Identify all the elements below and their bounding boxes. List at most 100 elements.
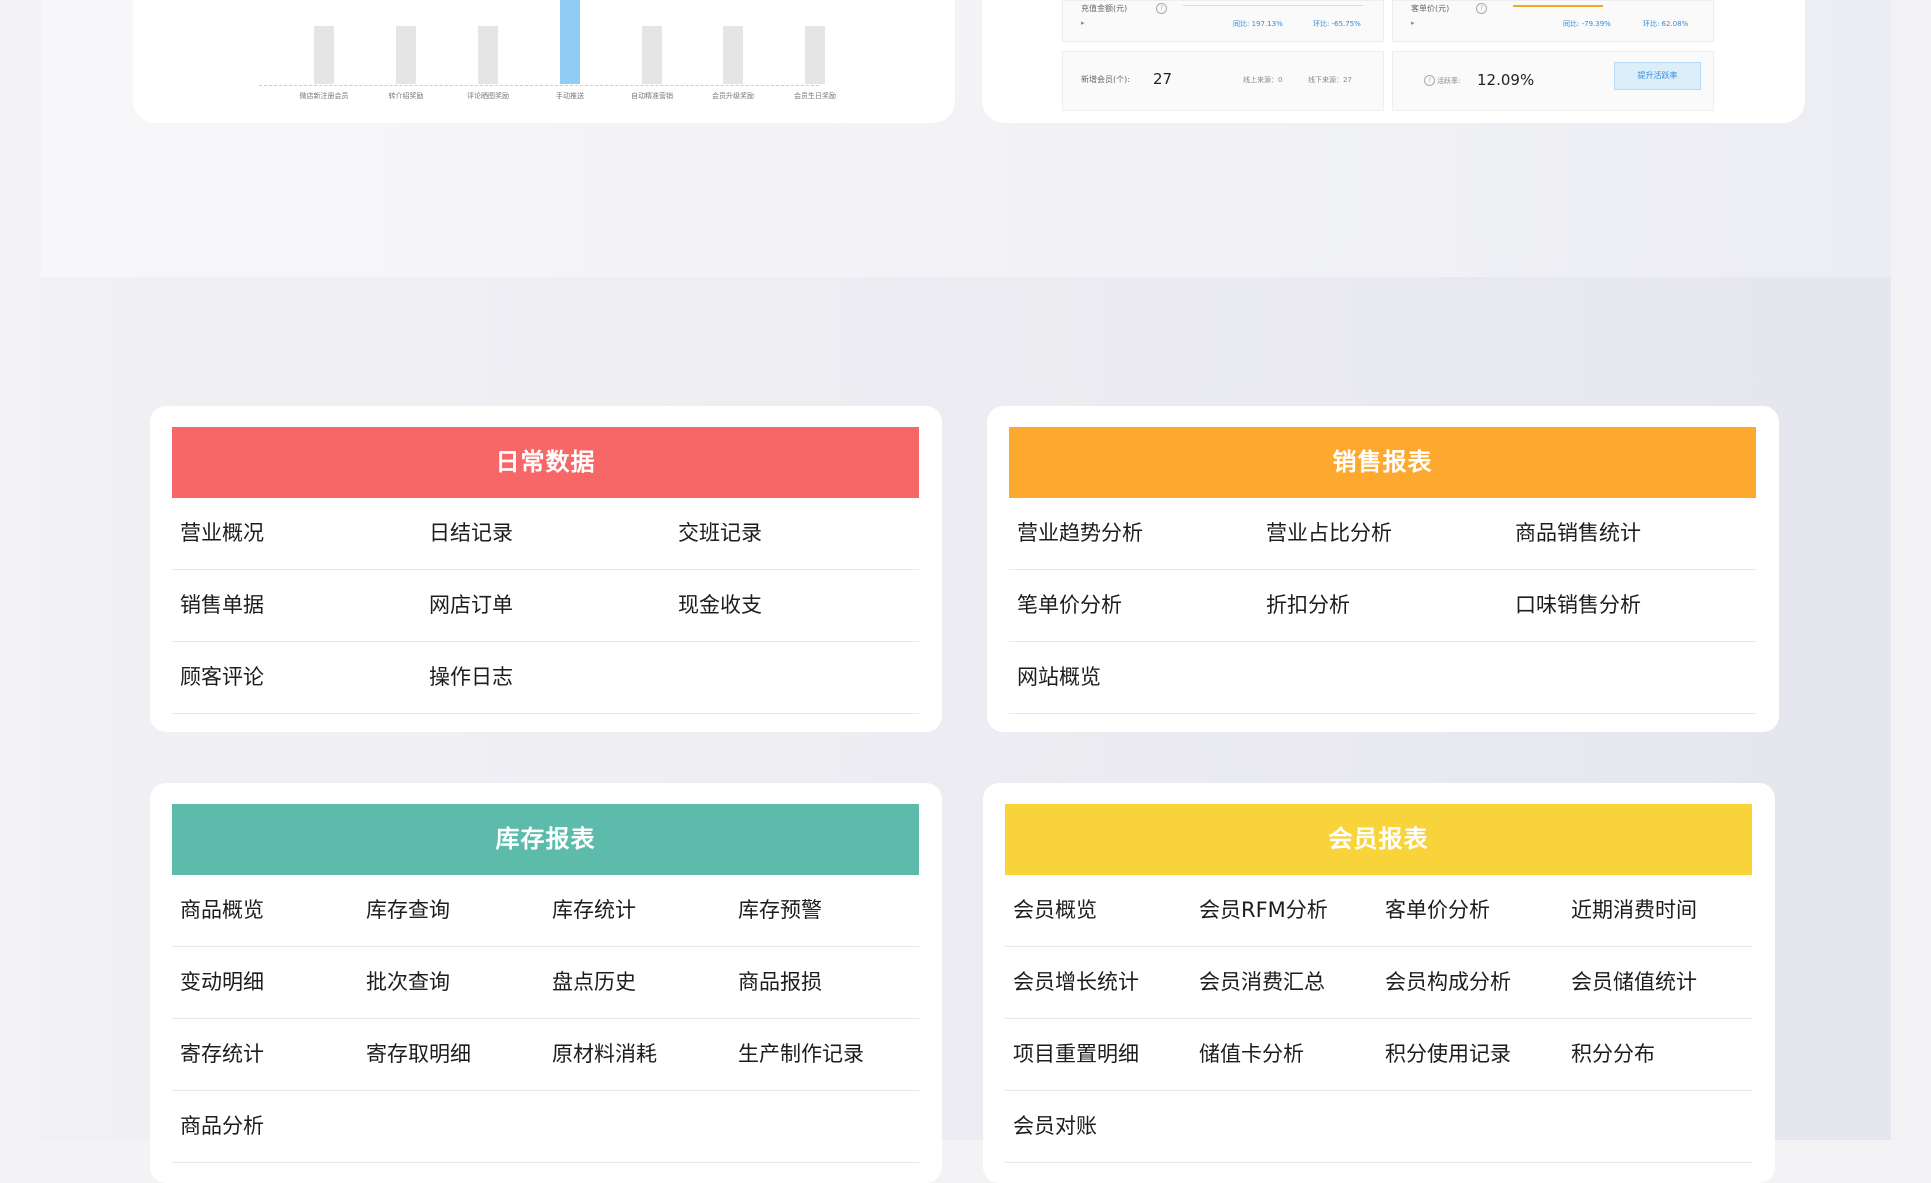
chart-category-label: 转介绍奖励 (388, 92, 424, 100)
report-row: 会员对账 (1005, 1091, 1752, 1163)
active-rate-stat: ? 活跃率: 12.09% 提升活跃率 (1392, 51, 1714, 111)
chart-bar (314, 26, 334, 84)
daily-data-card: 日常数据 营业概况 日结记录 交班记录 销售单据 网店订单 现金收支 顾客评论 操作日志 (150, 406, 942, 732)
report-row: 营业趋势分析 营业占比分析 商品销售统计 (1009, 498, 1756, 570)
report-link[interactable]: 库存预警 (730, 875, 916, 946)
report-link[interactable]: 商品分析 (172, 1091, 358, 1162)
sales-report-card: 销售报表 营业趋势分析 营业占比分析 商品销售统计 笔单价分析 折扣分析 口味销售分析 网站… (987, 406, 1779, 732)
report-link[interactable]: 笔单价分析 (1009, 570, 1258, 641)
report-link[interactable]: 变动明细 (172, 947, 358, 1018)
avg-price-line (1513, 5, 1603, 7)
chart-category-label: 自动精准营销 (631, 92, 673, 100)
report-link[interactable]: 操作日志 (421, 642, 670, 713)
report-link[interactable]: 顾客评论 (172, 642, 421, 713)
report-link[interactable]: 营业占比分析 (1258, 498, 1507, 569)
report-link[interactable]: 生产制作记录 (730, 1019, 916, 1090)
help-icon[interactable]: ? (1156, 3, 1167, 14)
avg-price-mom: 环比: 62.08% (1643, 20, 1689, 28)
report-link[interactable]: 折扣分析 (1258, 570, 1507, 641)
report-row: 笔单价分析 折扣分析 口味销售分析 (1009, 570, 1756, 642)
recharge-line (1183, 5, 1363, 6)
report-link[interactable]: 积分分布 (1563, 1019, 1749, 1090)
report-row: 顾客评论 操作日志 (172, 642, 919, 714)
report-link[interactable]: 会员增长统计 (1005, 947, 1191, 1018)
report-link[interactable]: 网站概览 (1009, 642, 1258, 713)
report-link[interactable]: 销售单据 (172, 570, 421, 641)
report-link[interactable]: 会员储值统计 (1563, 947, 1749, 1018)
report-link[interactable]: 现金收支 (670, 570, 919, 641)
report-link[interactable]: 库存查询 (358, 875, 544, 946)
report-link[interactable]: 商品销售统计 (1507, 498, 1756, 569)
chart-baseline (259, 85, 819, 86)
report-row: 商品分析 (172, 1091, 919, 1163)
report-link[interactable]: 日结记录 (421, 498, 670, 569)
member-report-card: 会员报表 会员概览 会员RFM分析 客单价分析 近期消费时间 会员增长统计 会员消费汇总会… (983, 783, 1775, 1183)
report-link[interactable]: 口味销售分析 (1507, 570, 1756, 641)
marketing-chart-card: 微店新注册会员 转介绍奖励 评论晒图奖励 手动推送 自动精准营销 会员升级奖励 会员生日奖励 (133, 0, 955, 123)
report-link[interactable]: 近期消费时间 (1563, 875, 1749, 946)
report-link[interactable]: 会员对账 (1005, 1091, 1191, 1162)
play-icon: ▸ (1411, 19, 1415, 27)
recharge-stat: 充值金额(元) ? ▸ 同比: 197.13% 环比: -65.75% (1062, 0, 1384, 42)
report-link[interactable]: 会员构成分析 (1377, 947, 1563, 1018)
report-link[interactable]: 批次查询 (358, 947, 544, 1018)
chart-category-label: 会员生日奖励 (794, 92, 836, 100)
report-link[interactable]: 商品概览 (172, 875, 358, 946)
chart-bar (805, 26, 825, 84)
chart-bar (396, 26, 416, 84)
report-link[interactable]: 交班记录 (670, 498, 919, 569)
chart-bar (723, 26, 743, 84)
report-link[interactable]: 寄存统计 (172, 1019, 358, 1090)
sales-report-grid: 营业趋势分析 营业占比分析 商品销售统计 笔单价分析 折扣分析 口味销售分析 网站概览 (1009, 498, 1756, 714)
chart-category-label: 评论晒图奖励 (467, 92, 509, 100)
active-rate-label: 活跃率: (1437, 77, 1461, 85)
inventory-report-card: 库存报表 商品概览 库存查询 库存统计 库存预警 变动明细 批次查询 盘点历史 商品报损 寄存统… (150, 783, 942, 1183)
active-rate-value: 12.09% (1477, 71, 1535, 89)
report-link[interactable]: 寄存取明细 (358, 1019, 544, 1090)
report-link[interactable]: 营业概况 (172, 498, 421, 569)
report-link[interactable]: 会员概览 (1005, 875, 1191, 946)
avg-price-yoy: 同比: -79.39% (1563, 20, 1611, 28)
new-members-label: 新增会员(个): (1081, 75, 1130, 84)
chart-bar (478, 26, 498, 84)
avg-price-stat: 客单价(元) ? ▸ 同比: -79.39% 环比: 62.08% (1392, 0, 1714, 42)
report-link[interactable]: 网店订单 (421, 570, 670, 641)
report-row: 寄存统计 寄存取明细 原材料消耗 生产制作记录 (172, 1019, 919, 1091)
report-row: 营业概况 日结记录 交班记录 (172, 498, 919, 570)
report-row: 会员增长统计 会员消费汇总 会员构成分析 会员储值统计 (1005, 947, 1752, 1019)
daily-data-grid: 营业概况 日结记录 交班记录 销售单据 网店订单 现金收支 顾客评论 操作日志 (172, 498, 919, 714)
recharge-mom: 环比: -65.75% (1313, 20, 1361, 28)
report-link[interactable]: 积分使用记录 (1377, 1019, 1563, 1090)
new-members-value: 27 (1153, 70, 1173, 88)
help-icon[interactable]: ? (1424, 75, 1435, 86)
report-row: 会员概览 会员RFM分析 客单价分析 近期消费时间 (1005, 875, 1752, 947)
stats-card: 充值金额(元) ? ▸ 同比: 197.13% 环比: -65.75% 客单价(… (982, 0, 1805, 123)
inventory-report-header: 库存报表 (172, 804, 919, 875)
member-report-header: 会员报表 (1005, 804, 1752, 875)
report-row: 项目重置明细 储值卡分析 积分使用记录 积分分布 (1005, 1019, 1752, 1091)
help-icon[interactable]: ? (1476, 3, 1487, 14)
report-link[interactable]: 库存统计 (544, 875, 730, 946)
play-icon: ▸ (1081, 19, 1085, 27)
report-link[interactable]: 项目重置明细 (1005, 1019, 1191, 1090)
sales-report-header: 销售报表 (1009, 427, 1756, 498)
daily-data-header: 日常数据 (172, 427, 919, 498)
chart-category-label: 微店新注册会员 (299, 92, 349, 100)
chart-category-label: 会员升级奖励 (712, 92, 754, 100)
chart-category-label: 手动推送 (556, 92, 584, 100)
report-link[interactable]: 会员RFM分析 (1191, 875, 1377, 946)
report-link[interactable]: 营业趋势分析 (1009, 498, 1258, 569)
member-report-grid: 会员概览 会员RFM分析 客单价分析 近期消费时间 会员增长统计 会员消费汇总 会员构成分析… (1005, 875, 1752, 1163)
offline-source: 线下来源：27 (1308, 76, 1352, 84)
report-link[interactable]: 会员消费汇总 (1191, 947, 1377, 1018)
report-link[interactable]: 盘点历史 (544, 947, 730, 1018)
boost-active-button[interactable]: 提升活跃率 (1614, 62, 1701, 90)
new-members-stat: 新增会员(个): 27 线上来源：0 线下来源：27 (1062, 51, 1384, 111)
report-link[interactable]: 储值卡分析 (1191, 1019, 1377, 1090)
report-link[interactable]: 商品报损 (730, 947, 916, 1018)
avg-price-label: 客单价(元) (1411, 4, 1450, 13)
report-link[interactable]: 客单价分析 (1377, 875, 1563, 946)
recharge-yoy: 同比: 197.13% (1233, 20, 1283, 28)
report-link[interactable]: 原材料消耗 (544, 1019, 730, 1090)
inventory-report-grid: 商品概览 库存查询 库存统计 库存预警 变动明细 批次查询 盘点历史 商品报损 寄存统计 寄存取明… (172, 875, 919, 1163)
